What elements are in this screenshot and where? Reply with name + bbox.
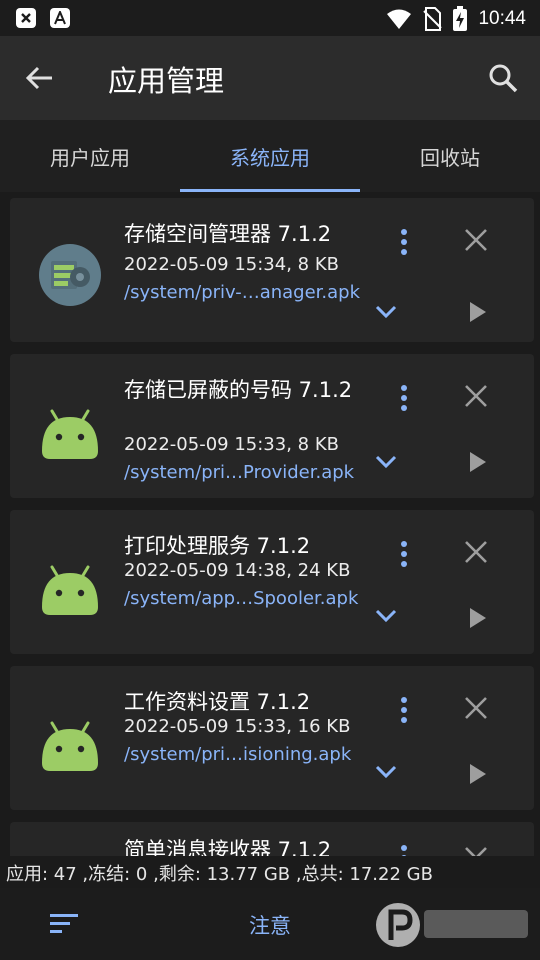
- app-name: 简单消息接收器 7.1.2: [124, 838, 332, 856]
- status-time: 10:44: [478, 8, 526, 29]
- search-icon[interactable]: [488, 63, 518, 93]
- storage-info: 应用: 47 ,冻结: 0 ,剩余: 13.77 GB ,总共: 17.22 G…: [6, 864, 433, 885]
- close-icon[interactable]: [464, 228, 488, 252]
- wifi-icon: [387, 9, 412, 29]
- app-name: 存储已屏蔽的号码 7.1.2: [124, 378, 353, 402]
- chevron-down-icon[interactable]: [374, 764, 398, 780]
- more-vert-icon[interactable]: [398, 844, 410, 856]
- play-icon[interactable]: [468, 762, 488, 786]
- app-path: /system/app…Spooler.apk: [124, 588, 359, 609]
- back-arrow-icon[interactable]: [24, 62, 56, 94]
- chevron-down-icon[interactable]: [374, 304, 398, 320]
- bottom-bar: 注意: [0, 888, 540, 960]
- status-bar: 10:44: [0, 0, 540, 36]
- app-path: /system/pri…Provider.apk: [124, 462, 355, 483]
- shield-notification-icon: [16, 8, 36, 28]
- android-icon: [42, 565, 98, 615]
- tab-recycle-bin[interactable]: 回收站: [360, 120, 540, 192]
- no-sim-icon: [423, 7, 443, 31]
- android-icon: [42, 721, 98, 771]
- page-title: 应用管理: [108, 64, 225, 98]
- app-card[interactable]: 存储空间管理器 7.1.2 2022-05-09 15:34, 8 KB /sy…: [10, 198, 534, 342]
- app-name: 打印处理服务 7.1.2: [124, 534, 311, 558]
- close-icon[interactable]: [464, 696, 488, 720]
- play-icon[interactable]: [468, 606, 488, 630]
- more-vert-icon[interactable]: [398, 228, 410, 256]
- more-vert-icon[interactable]: [398, 540, 410, 568]
- app-meta: 2022-05-09 14:38, 24 KB: [124, 560, 351, 581]
- more-vert-icon[interactable]: [398, 696, 410, 724]
- tab-user-apps[interactable]: 用户应用: [0, 120, 180, 192]
- android-icon: [42, 409, 98, 459]
- app-meta: 2022-05-09 15:33, 8 KB: [124, 434, 339, 455]
- storage-manager-icon: [39, 244, 101, 306]
- more-vert-icon[interactable]: [398, 384, 410, 412]
- close-icon[interactable]: [464, 384, 488, 408]
- app-path: /system/pri…isioning.apk: [124, 744, 352, 765]
- watermark-logo: [376, 903, 528, 947]
- app-list[interactable]: 存储空间管理器 7.1.2 2022-05-09 15:34, 8 KB /sy…: [0, 192, 540, 856]
- play-icon[interactable]: [468, 300, 488, 324]
- app-bar: 应用管理: [0, 36, 540, 120]
- chevron-down-icon[interactable]: [374, 454, 398, 470]
- battery-charging-icon: [453, 6, 468, 31]
- app-card[interactable]: 工作资料设置 7.1.2 2022-05-09 15:33, 16 KB /sy…: [10, 666, 534, 810]
- chevron-down-icon[interactable]: [374, 608, 398, 624]
- tab-system-apps[interactable]: 系统应用: [180, 120, 360, 192]
- app-name: 工作资料设置 7.1.2: [124, 690, 311, 714]
- app-name: 存储空间管理器 7.1.2: [124, 222, 332, 246]
- play-icon[interactable]: [468, 450, 488, 474]
- a-notification-icon: [50, 8, 70, 28]
- chevron-down-icon[interactable]: [464, 842, 488, 856]
- app-meta: 2022-05-09 15:34, 8 KB: [124, 254, 339, 275]
- app-card[interactable]: 简单消息接收器 7.1.2: [10, 822, 534, 856]
- app-path: /system/priv-…anager.apk: [124, 282, 361, 303]
- tab-bar: 用户应用 系统应用 回收站: [0, 120, 540, 192]
- close-icon[interactable]: [464, 540, 488, 564]
- app-card[interactable]: 打印处理服务 7.1.2 2022-05-09 14:38, 24 KB /sy…: [10, 510, 534, 654]
- app-card[interactable]: 存储已屏蔽的号码 7.1.2 2022-05-09 15:33, 8 KB /s…: [10, 354, 534, 498]
- app-meta: 2022-05-09 15:33, 16 KB: [124, 716, 351, 737]
